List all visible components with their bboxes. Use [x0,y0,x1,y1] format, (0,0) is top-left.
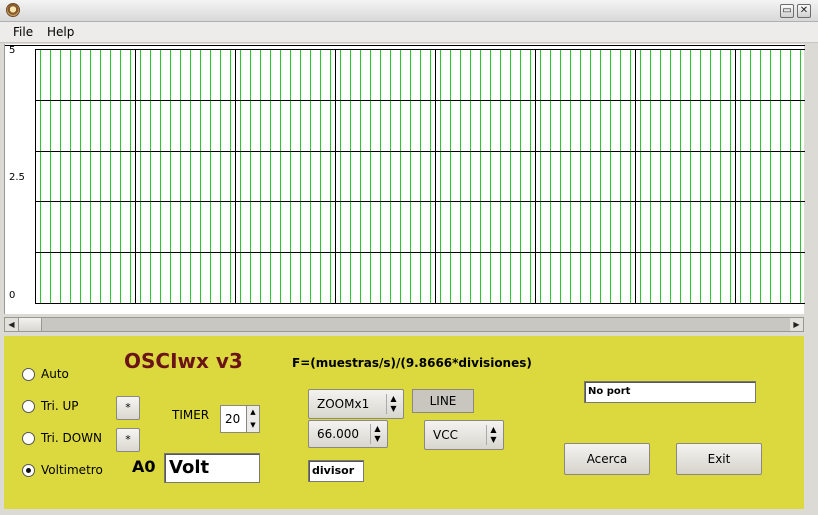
y-label-bottom: 0 [9,290,16,301]
radio-auto[interactable] [22,368,35,381]
menu-file[interactable]: File [13,25,33,39]
volt-value: Volt [169,457,210,478]
timer-value: 20 [225,412,241,426]
channel-label: A0 [132,457,156,476]
spin-up-icon[interactable]: ▲ [247,406,259,419]
frequency-formula: F=(muestras/s)/(9.8666*divisiones) [292,356,532,370]
spin-down-icon[interactable]: ▼ [247,419,259,432]
scope-grid [5,45,805,304]
menu-bar: File Help [0,22,818,43]
radio-tri-down[interactable] [22,432,35,445]
y-label-mid: 2.5 [9,172,25,183]
about-button[interactable]: Acerca [564,443,650,475]
divisor-spinbox[interactable]: 66.000 ▲ ▼ [308,420,388,448]
divisor-spin-value: 66.000 [317,427,359,441]
exit-button[interactable]: Exit [676,443,762,475]
menu-help[interactable]: Help [47,25,74,39]
port-field[interactable]: No port [584,381,756,403]
zoom-select[interactable]: ZOOMx1 ▲ ▼ [308,389,404,419]
minimize-button[interactable]: ▭ [780,4,794,18]
divisor-field-text: divisor [312,464,355,477]
tri-up-button[interactable]: * [116,396,140,420]
scroll-right-icon[interactable]: ▶ [790,318,803,331]
port-field-text: No port [588,386,631,397]
spin-arrows-icon: ▲ ▼ [370,424,384,444]
radio-voltimetro[interactable] [22,464,35,477]
timer-label: TIMER [172,408,210,422]
scroll-thumb[interactable] [18,318,42,331]
zoom-value: ZOOMx1 [317,397,370,411]
timer-spinbox[interactable]: 20 ▲ ▼ [220,405,260,433]
line-button[interactable]: LINE [412,389,474,413]
radio-tri-up-label: Tri. UP [41,399,79,413]
radio-tri-up[interactable] [22,400,35,413]
radio-auto-label: Auto [41,367,69,381]
title-bar: ▭ ✕ [0,0,818,22]
app-icon [6,3,20,17]
close-button[interactable]: ✕ [797,4,811,18]
vcc-value: VCC [433,428,458,442]
control-panel: Auto Tri. UP Tri. DOWN Voltimetro * * OS… [4,336,804,509]
y-label-top: 5 [9,45,16,56]
horizontal-scrollbar[interactable]: ◀ ▶ [4,317,804,332]
radio-tri-down-label: Tri. DOWN [41,431,102,445]
spin-arrows-icon: ▲ ▼ [386,394,400,414]
app-title: OSCIwx v3 [124,349,243,373]
tri-down-button[interactable]: * [116,428,140,452]
vcc-select[interactable]: VCC ▲ ▼ [424,420,504,450]
scope-display: 5 2.5 0 [4,44,805,314]
scroll-left-icon[interactable]: ◀ [5,318,18,331]
volt-display[interactable]: Volt [164,453,260,483]
radio-voltimetro-label: Voltimetro [41,463,103,477]
divisor-field[interactable]: divisor [308,460,364,482]
spin-arrows-icon: ▲ ▼ [486,425,500,445]
